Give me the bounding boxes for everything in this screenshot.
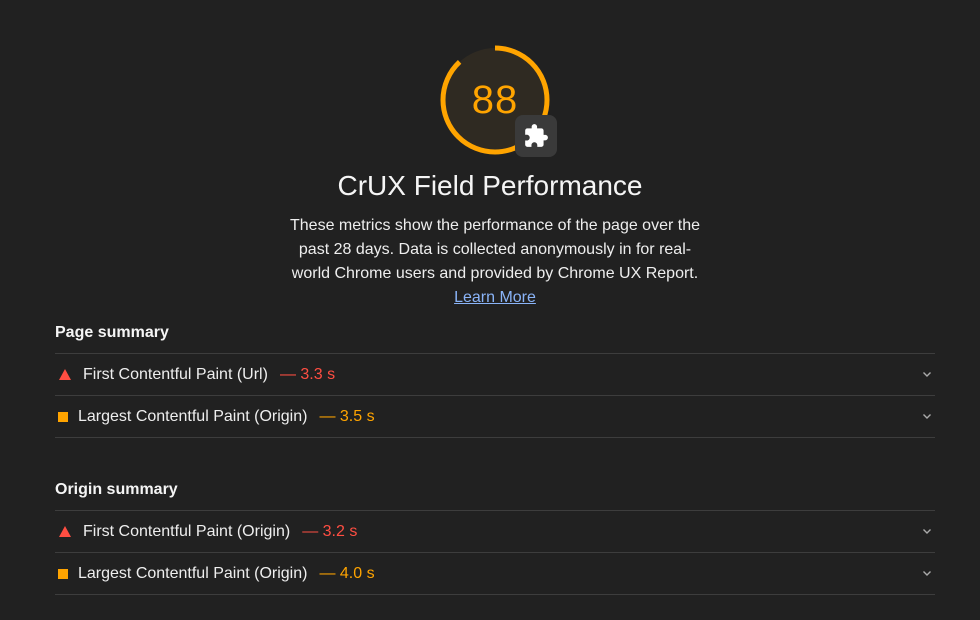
chevron-down-icon[interactable] bbox=[921, 525, 933, 537]
description: These metrics show the performance of th… bbox=[290, 214, 700, 310]
chevron-down-icon[interactable] bbox=[921, 368, 933, 380]
metric-label: First Contentful Paint (Origin) bbox=[83, 522, 291, 540]
chevron-down-icon[interactable] bbox=[921, 410, 933, 422]
origin-summary-section: Origin summary First Contentful Paint (O… bbox=[55, 470, 935, 595]
metric-value: — 4.0 s bbox=[319, 564, 375, 582]
metric-value: — 3.5 s bbox=[319, 407, 375, 425]
metric-row[interactable]: First Contentful Paint (Url) — 3.3 s bbox=[55, 354, 935, 396]
metric-value: — 3.3 s bbox=[279, 365, 336, 383]
metric-label: First Contentful Paint (Url) bbox=[83, 365, 268, 383]
square-icon bbox=[58, 568, 78, 579]
metric-value: — 3.2 s bbox=[302, 522, 358, 540]
metric-row[interactable]: Largest Contentful Paint (Origin) — 3.5 … bbox=[55, 396, 935, 438]
page-summary-heading: Page summary bbox=[55, 313, 935, 354]
metric-row[interactable]: First Contentful Paint (Origin) — 3.2 s bbox=[55, 511, 935, 553]
metric-label: Largest Contentful Paint (Origin) bbox=[78, 407, 308, 425]
learn-more-link[interactable]: Learn More bbox=[454, 289, 536, 306]
description-text: These metrics show the performance of th… bbox=[290, 217, 700, 282]
puzzle-piece-icon bbox=[515, 115, 557, 157]
page-title: CrUX Field Performance bbox=[337, 170, 643, 201]
triangle-icon bbox=[58, 526, 83, 537]
triangle-icon bbox=[58, 369, 83, 380]
chevron-down-icon[interactable] bbox=[921, 567, 933, 579]
metric-label: Largest Contentful Paint (Origin) bbox=[78, 564, 308, 582]
crux-report: 88 CrUX Field Performance These metrics … bbox=[0, 0, 980, 620]
square-icon bbox=[58, 411, 78, 422]
metric-row[interactable]: Largest Contentful Paint (Origin) — 4.0 … bbox=[55, 553, 935, 595]
page-summary-section: Page summary First Contentful Paint (Url… bbox=[55, 313, 935, 438]
origin-summary-heading: Origin summary bbox=[55, 470, 935, 511]
